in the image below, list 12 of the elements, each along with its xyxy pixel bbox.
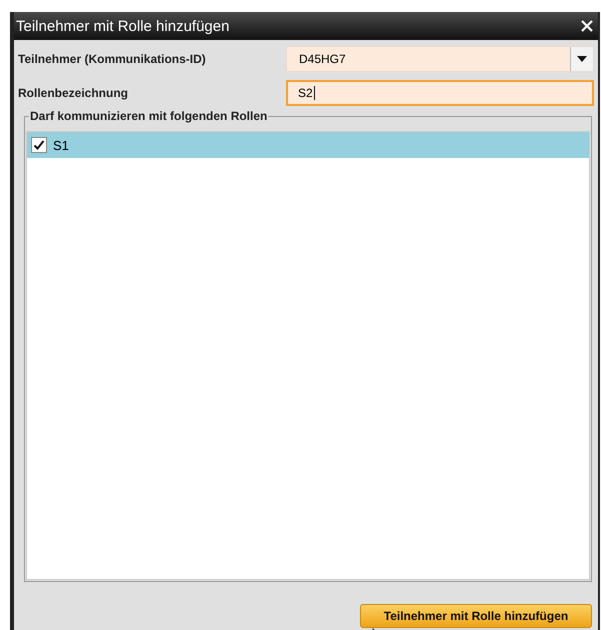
close-icon[interactable] xyxy=(580,19,594,33)
caret-icon[interactable] xyxy=(577,56,587,62)
list-item[interactable]: S1 xyxy=(27,132,589,158)
checkbox[interactable] xyxy=(31,137,47,153)
field-label: Rollenbezeichnung xyxy=(18,86,130,100)
input-field[interactable]: S2 xyxy=(286,80,594,106)
text-cursor xyxy=(314,86,315,100)
field-label: Teilnehmer (Kommunikations-ID) xyxy=(18,52,207,66)
window-title: Teilnehmer mit Rolle hinzufügen xyxy=(16,18,230,34)
group-title: Darf kommunizieren mit folgenden Rollen xyxy=(29,109,268,123)
add-participant-button[interactable]: Teilnehmer mit Rolle hinzufügen xyxy=(360,604,592,628)
dropdown-field[interactable]: D45HG7 xyxy=(286,46,594,72)
